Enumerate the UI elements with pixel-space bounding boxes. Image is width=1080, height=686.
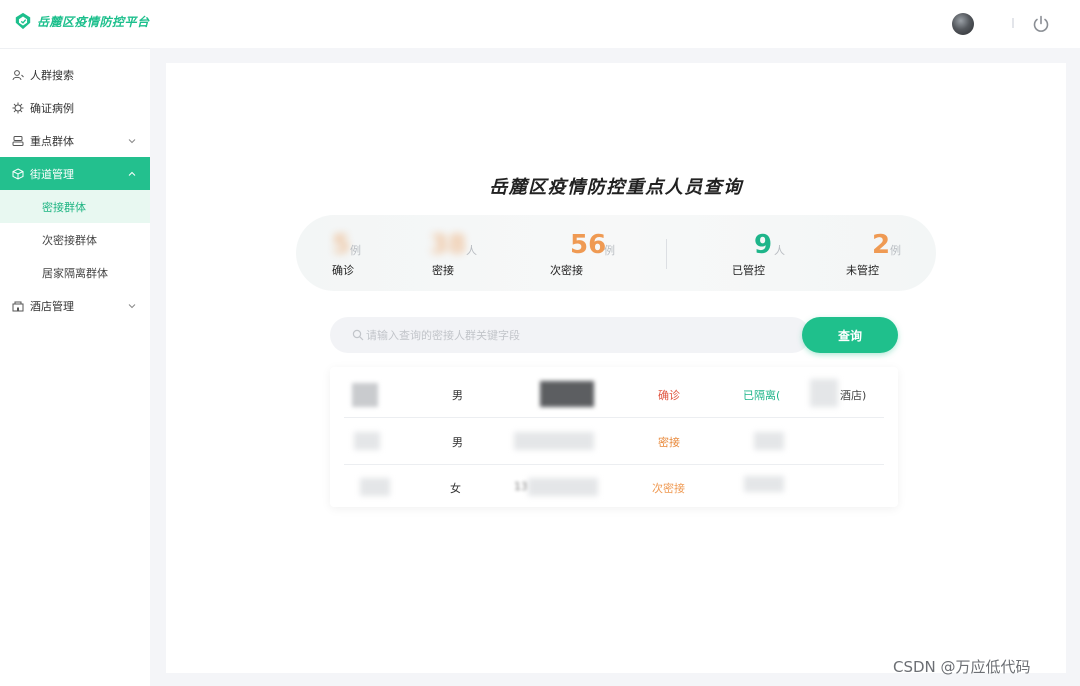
cell-status: 密接 — [658, 436, 680, 449]
page-title: 岳麓区疫情防控重点人员查询 — [489, 177, 743, 198]
sidebar: 人群搜索 确证病例 重点群体 街道管理 密接群体 次密接群体 居家隔离群体 酒店… — [0, 48, 150, 686]
sidebar-item-confirmed-cases[interactable]: 确证病例 — [0, 91, 150, 124]
main-card: 岳麓区疫情防控重点人员查询 5 例 确诊 38 人 密接 56 例 次密接 9 … — [166, 63, 1066, 673]
stat-label: 密接 — [432, 264, 454, 277]
stat-value: 56 — [570, 230, 607, 260]
redacted-name — [352, 383, 378, 407]
hotel-icon — [12, 300, 24, 312]
search-button[interactable]: 查询 — [802, 317, 898, 353]
cell-status: 次密接 — [652, 482, 685, 495]
stat-value: 2 — [872, 230, 891, 260]
sidebar-item-label: 酒店管理 — [30, 299, 74, 313]
stat-confirmed: 5 例 确诊 — [328, 215, 428, 291]
redacted-hotel — [810, 379, 838, 407]
redacted-isolation — [754, 432, 784, 450]
redacted-phone — [514, 432, 594, 450]
search-icon — [352, 329, 364, 341]
app-logo-text: 岳麓区疫情防控平台 — [37, 14, 150, 29]
table-row[interactable]: 女 13 次密接 — [344, 464, 884, 510]
redacted-name — [360, 478, 390, 496]
table-row[interactable]: 男 确诊 已隔离( 酒店) — [344, 371, 884, 417]
cell-isolation: 已隔离( — [743, 389, 781, 402]
stat-uncontrolled: 2 例 未管控 — [846, 215, 946, 291]
redacted-isolation — [744, 476, 784, 492]
sidebar-item-crowd-search[interactable]: 人群搜索 — [0, 58, 150, 91]
shield-logo-icon — [15, 12, 31, 30]
submenu-item-home-isolation[interactable]: 居家隔离群体 — [0, 256, 150, 289]
watermark: CSDN @万应低代码 — [893, 658, 1031, 676]
submenu-item-label: 次密接群体 — [42, 233, 97, 247]
stat-value-hidden: 5 — [332, 230, 351, 260]
stat-value: 9 — [754, 230, 773, 260]
stat-controlled: 9 人 已管控 — [732, 215, 836, 291]
cell-status: 确诊 — [658, 389, 680, 402]
submenu-item-close-contacts[interactable]: 密接群体 — [0, 190, 150, 223]
cell-gender: 男 — [452, 389, 463, 402]
app-logo[interactable]: 岳麓区疫情防控平台 — [14, 12, 150, 30]
stats-bar: 5 例 确诊 38 人 密接 56 例 次密接 9 人 已管控 2 例 未管控 — [296, 215, 936, 291]
chevron-down-icon — [128, 138, 136, 143]
stat-label: 未管控 — [846, 264, 879, 277]
stats-divider — [666, 239, 667, 269]
stat-value-hidden: 38 — [430, 230, 467, 260]
stat-unit: 例 — [890, 244, 901, 257]
stat-unit: 例 — [604, 244, 615, 257]
cube-icon — [12, 167, 24, 180]
cell-phone-prefix: 13 — [514, 480, 528, 493]
sidebar-item-street-management[interactable]: 街道管理 — [0, 157, 150, 190]
redacted-phone — [540, 381, 594, 407]
sidebar-item-key-groups[interactable]: 重点群体 — [0, 124, 150, 157]
redacted-name — [354, 432, 380, 450]
stat-label: 次密接 — [550, 264, 583, 277]
stat-label: 确诊 — [332, 264, 354, 277]
person-search-icon — [12, 69, 24, 81]
group-icon — [12, 135, 24, 147]
sidebar-item-label: 重点群体 — [30, 134, 74, 148]
chevron-up-icon — [128, 171, 136, 176]
results-table: 男 确诊 已隔离( 酒店) 男 密接 女 13 次密接 — [330, 367, 898, 507]
header-divider — [1012, 18, 1014, 28]
sidebar-item-label: 街道管理 — [30, 167, 74, 181]
sidebar-item-label: 确证病例 — [30, 101, 74, 115]
user-avatar[interactable] — [952, 13, 974, 35]
redacted-phone — [528, 478, 598, 496]
stat-unit: 例 — [350, 244, 361, 257]
sidebar-item-label: 人群搜索 — [30, 68, 74, 82]
cell-gender: 女 — [450, 482, 461, 495]
search-input[interactable] — [366, 319, 796, 351]
submenu-item-label: 居家隔离群体 — [42, 266, 108, 280]
top-bar: 岳麓区疫情防控平台 — [0, 0, 1080, 48]
chevron-down-icon — [128, 303, 136, 308]
submenu-item-label: 密接群体 — [42, 200, 86, 214]
stat-unit: 人 — [774, 244, 785, 257]
table-row[interactable]: 男 密接 — [344, 418, 884, 464]
power-icon[interactable] — [1031, 14, 1051, 34]
stat-close-contacts: 38 人 密接 — [424, 215, 524, 291]
virus-icon — [12, 102, 24, 114]
cell-hotel-suffix: 酒店) — [840, 389, 867, 402]
cell-gender: 男 — [452, 436, 463, 449]
stat-label: 已管控 — [732, 264, 765, 277]
stat-secondary-contacts: 56 例 次密接 — [546, 215, 646, 291]
sidebar-item-hotel-management[interactable]: 酒店管理 — [0, 289, 150, 322]
stat-unit: 人 — [466, 244, 477, 257]
submenu-item-secondary-contacts[interactable]: 次密接群体 — [0, 223, 150, 256]
